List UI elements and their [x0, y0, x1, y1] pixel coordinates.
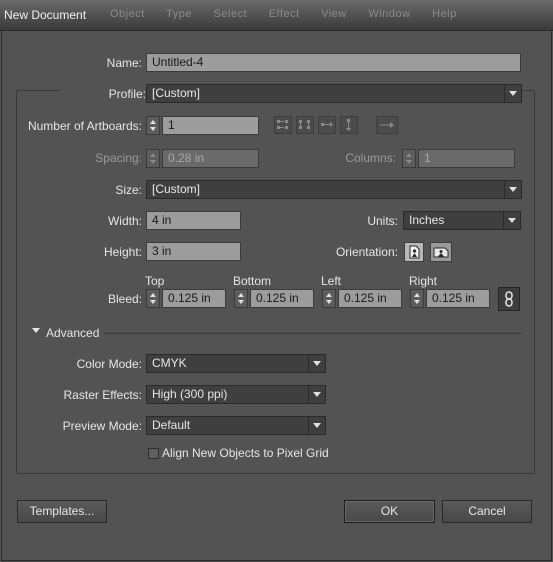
- width-input[interactable]: 4 in: [146, 211, 241, 230]
- menu-item-effect: Effect: [268, 8, 300, 20]
- bleed-top-label: Top: [145, 274, 165, 288]
- chevron-down-icon: [308, 417, 325, 434]
- advanced-toggle-icon[interactable]: [32, 328, 40, 333]
- name-input[interactable]: Untitled-4: [146, 53, 521, 72]
- background-menu-bar: Object Type Select Effect View Window He…: [110, 8, 475, 20]
- title-bar: New Document Object Type Select Effect V…: [0, 0, 553, 31]
- align-pixel-grid-checkbox[interactable]: [148, 448, 159, 459]
- preview-mode-dropdown[interactable]: Default: [146, 416, 326, 435]
- preview-mode-value: Default: [152, 418, 191, 432]
- menu-item-window: Window: [368, 8, 411, 20]
- units-dropdown[interactable]: Inches: [403, 211, 521, 230]
- artboards-stepper[interactable]: [146, 116, 160, 135]
- profile-dropdown[interactable]: [Custom]: [146, 84, 522, 103]
- bleed-label: Bleed:: [107, 292, 142, 306]
- units-label: Units:: [367, 214, 398, 228]
- chevron-down-icon: [504, 181, 521, 198]
- grid-by-column-icon[interactable]: [296, 116, 314, 134]
- raster-effects-label: Raster Effects:: [63, 388, 142, 402]
- bleed-right-stepper[interactable]: [410, 289, 424, 308]
- menu-item-type: Type: [166, 8, 193, 20]
- bleed-top-input[interactable]: 0.125 in: [162, 289, 226, 308]
- arrange-by-row-icon[interactable]: [318, 116, 336, 134]
- bleed-bottom-label: Bottom: [233, 274, 272, 288]
- chevron-down-icon: [308, 386, 325, 403]
- spacing-stepper[interactable]: [146, 149, 160, 168]
- spacing-label: Spacing:: [95, 151, 142, 165]
- window-title: New Document: [4, 8, 87, 22]
- units-value: Inches: [409, 213, 445, 227]
- color-mode-dropdown[interactable]: CMYK: [146, 354, 326, 373]
- arrange-by-column-icon[interactable]: [340, 116, 358, 134]
- artboards-input[interactable]: 1: [162, 116, 259, 135]
- profile-label: Profile:: [60, 87, 146, 101]
- bleed-top-stepper[interactable]: [146, 289, 160, 308]
- bleed-left-label: Left: [321, 274, 342, 288]
- bleed-left-input[interactable]: 0.125 in: [338, 289, 402, 308]
- bleed-right-label: Right: [409, 274, 438, 288]
- columns-input[interactable]: 1: [418, 149, 515, 168]
- profile-value: [Custom]: [152, 86, 201, 100]
- bleed-bottom-stepper[interactable]: [234, 289, 248, 308]
- chevron-down-icon: [308, 355, 325, 372]
- align-pixel-grid-label[interactable]: Align New Objects to Pixel Grid: [162, 446, 329, 460]
- advanced-label[interactable]: Advanced: [46, 326, 99, 340]
- color-mode-label: Color Mode:: [76, 357, 142, 371]
- size-label: Size:: [115, 183, 142, 197]
- name-label: Name:: [106, 56, 142, 70]
- grid-by-row-icon[interactable]: [274, 116, 292, 134]
- right-to-left-icon[interactable]: [376, 116, 398, 134]
- menu-item-select: Select: [213, 8, 248, 20]
- bleed-bottom-input[interactable]: 0.125 in: [250, 289, 314, 308]
- chain-link-icon[interactable]: [498, 287, 520, 311]
- artboards-label: Number of Artboards:: [27, 119, 142, 133]
- portrait-icon[interactable]: [404, 242, 424, 262]
- chevron-down-icon: [504, 85, 521, 102]
- landscape-icon[interactable]: [430, 242, 452, 262]
- height-input[interactable]: 3 in: [146, 242, 241, 261]
- size-value: [Custom]: [152, 182, 201, 196]
- size-dropdown[interactable]: [Custom]: [146, 180, 522, 199]
- spacing-input[interactable]: 0.28 in: [162, 149, 259, 168]
- advanced-divider: [104, 333, 522, 334]
- menu-item-object: Object: [110, 8, 145, 20]
- templates-button[interactable]: Templates...: [17, 500, 107, 523]
- columns-stepper[interactable]: [402, 149, 416, 168]
- preview-mode-label: Preview Mode:: [62, 419, 142, 433]
- width-label: Width:: [107, 214, 142, 228]
- raster-effects-value: High (300 ppi): [152, 387, 228, 401]
- menu-item-view: View: [321, 8, 347, 20]
- menu-item-help: Help: [432, 8, 457, 20]
- color-mode-value: CMYK: [152, 356, 187, 370]
- raster-effects-dropdown[interactable]: High (300 ppi): [146, 385, 326, 404]
- bleed-right-input[interactable]: 0.125 in: [426, 289, 490, 308]
- columns-label: Columns:: [345, 151, 396, 165]
- bleed-left-stepper[interactable]: [322, 289, 336, 308]
- orientation-label: Orientation:: [335, 245, 398, 259]
- chevron-down-icon: [503, 212, 520, 229]
- height-label: Height:: [103, 245, 142, 259]
- ok-button[interactable]: OK: [344, 500, 435, 523]
- cancel-button[interactable]: Cancel: [442, 500, 532, 523]
